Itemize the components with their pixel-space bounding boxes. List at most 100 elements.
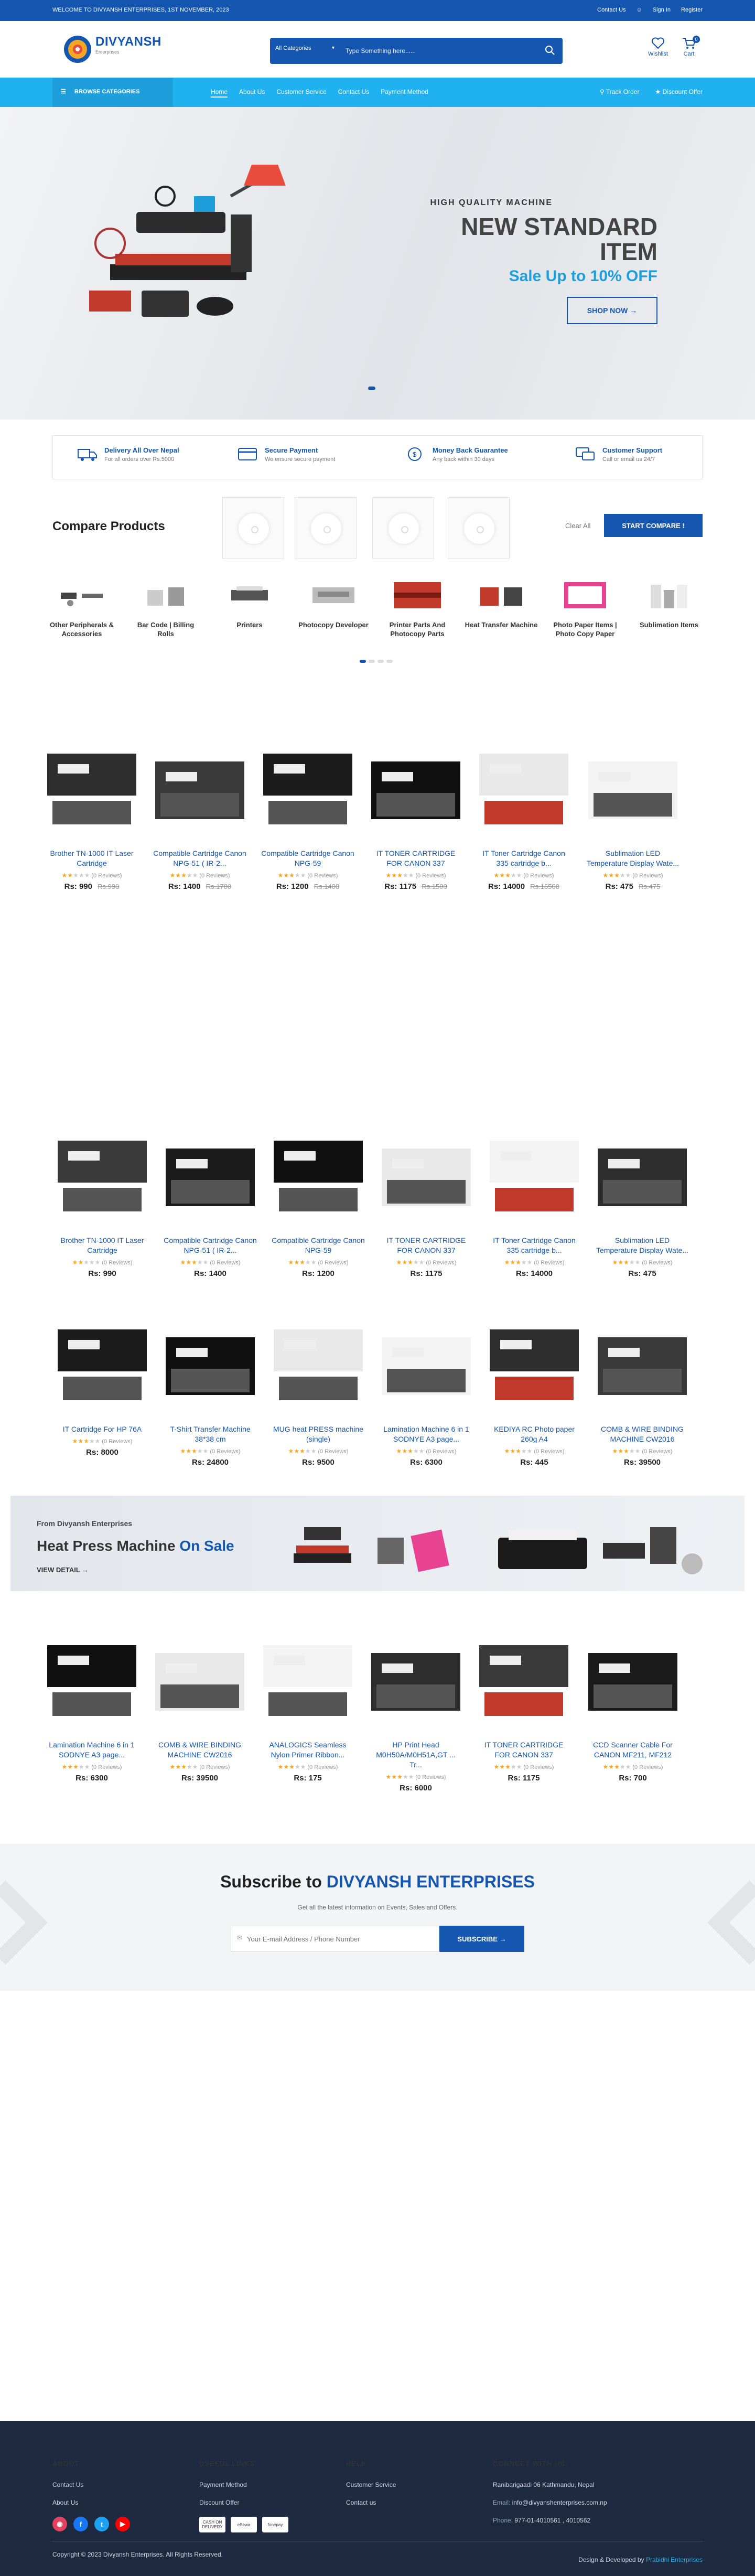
product-name[interactable]: Lamination Machine 6 in 1 SODNYE A3 page… (42, 1740, 142, 1760)
product-card[interactable]: IT TONER CARTRIDGE FOR CANON 337 ★★★★★ (0… (366, 740, 466, 891)
carousel-dot[interactable] (360, 660, 366, 663)
product-name[interactable]: IT TONER CARTRIDGE FOR CANON 337 (376, 1236, 476, 1255)
product-card[interactable]: Lamination Machine 6 in 1 SODNYE A3 page… (376, 1316, 476, 1467)
product-name[interactable]: CCD Scanner Cable For CANON MF211, MF212 (583, 1740, 683, 1760)
product-image[interactable] (376, 1316, 476, 1416)
compare-slot[interactable] (372, 497, 434, 559)
contact-link[interactable]: Contact Us (597, 7, 625, 13)
product-card[interactable]: Compatible Cartridge Canon NPG-59 ★★★★★(… (268, 1128, 368, 1278)
category-item[interactable]: Sublimation Items (632, 577, 706, 630)
product-card[interactable]: Compatible Cartridge Canon NPG-51 ( IR-2… (160, 1128, 260, 1278)
track-order-link[interactable]: ⚲ Track Order (600, 88, 639, 95)
footer-email[interactable]: Email: info@divyanshenterprises.com.np (493, 2499, 607, 2506)
product-name[interactable]: HP Print Head M0H50A/M0H51A,GT ... Tr... (366, 1740, 466, 1770)
footer-link[interactable]: Customer Service (346, 2481, 396, 2488)
product-image[interactable] (268, 1316, 368, 1416)
view-detail-link[interactable]: VIEW DETAIL → (37, 1566, 89, 1574)
product-name[interactable]: IT Toner Cartridge Canon 335 cartridge b… (474, 849, 574, 868)
nav-contact[interactable]: Contact Us (338, 88, 369, 98)
subscribe-button[interactable]: SUBSCRIBE → (439, 1926, 524, 1952)
product-image[interactable] (160, 1128, 260, 1227)
nav-customer-service[interactable]: Customer Service (276, 88, 326, 98)
footer-phone[interactable]: Phone: 977-01-4010561 , 4010562 (493, 2517, 607, 2524)
product-name[interactable]: KEDIYA RC Photo paper 260g A4 (484, 1424, 584, 1444)
product-name[interactable]: IT TONER CARTRIDGE FOR CANON 337 (366, 849, 466, 868)
product-image[interactable] (592, 1316, 692, 1416)
product-card[interactable]: IT TONER CARTRIDGE FOR CANON 337 ★★★★★ (0… (474, 1632, 574, 1783)
product-card[interactable]: Sublimation LED Temperature Display Wate… (583, 740, 683, 891)
product-name[interactable]: ANALOGICS Seamless Nylon Primer Ribbon..… (258, 1740, 358, 1760)
product-name[interactable]: Lamination Machine 6 in 1 SODNYE A3 page… (376, 1424, 476, 1444)
facebook-icon[interactable]: f (73, 2517, 88, 2531)
product-card[interactable]: IT Toner Cartridge Canon 335 cartridge b… (484, 1128, 584, 1278)
shop-now-button[interactable]: SHOP NOW → (567, 297, 657, 324)
product-name[interactable]: Compatible Cartridge Canon NPG-51 ( IR-2… (150, 849, 250, 868)
product-name[interactable]: Sublimation LED Temperature Display Wate… (583, 849, 683, 868)
product-card[interactable]: IT Cartridge For HP 76A ★★★★★ (0 Reviews)… (52, 1316, 152, 1457)
carousel-dot[interactable] (378, 660, 384, 663)
product-image[interactable] (150, 740, 250, 840)
compare-slot[interactable] (295, 497, 357, 559)
product-image[interactable] (366, 740, 466, 840)
product-name[interactable]: T-Shirt Transfer Machine 38*38 cm (160, 1424, 260, 1444)
product-image[interactable] (258, 740, 358, 840)
product-image[interactable] (268, 1128, 368, 1227)
youtube-icon[interactable]: ▶ (115, 2517, 130, 2531)
logo-text[interactable]: DIVYANSH Enterprises (95, 35, 161, 55)
product-image[interactable] (52, 1128, 152, 1227)
product-name[interactable]: Brother TN-1000 IT Laser Cartridge (42, 849, 142, 868)
product-image[interactable] (376, 1128, 476, 1227)
compare-slot[interactable] (222, 497, 284, 559)
compare-slot[interactable] (448, 497, 510, 559)
category-select[interactable]: All Categories (275, 45, 311, 51)
category-item[interactable]: Bar Code | Billing Rolls (129, 577, 202, 639)
product-card[interactable]: HP Print Head M0H50A/M0H51A,GT ... Tr...… (366, 1632, 466, 1793)
category-item[interactable]: Printer Parts And Photocopy Parts (381, 577, 454, 639)
product-image[interactable] (42, 1632, 142, 1732)
nav-about[interactable]: About Us (239, 88, 265, 98)
product-image[interactable] (484, 1316, 584, 1416)
browse-categories-button[interactable]: ☰ BROWSE CATEGORIES (52, 78, 173, 107)
footer-link[interactable]: About Us (52, 2499, 130, 2506)
twitter-icon[interactable]: t (94, 2517, 109, 2531)
product-image[interactable] (150, 1632, 250, 1732)
product-name[interactable]: IT Toner Cartridge Canon 335 cartridge b… (484, 1236, 584, 1255)
signin-link[interactable]: Sign In (653, 7, 671, 13)
product-image[interactable] (583, 740, 683, 840)
product-name[interactable]: Sublimation LED Temperature Display Wate… (592, 1236, 692, 1255)
product-card[interactable]: IT TONER CARTRIDGE FOR CANON 337 ★★★★★ (0… (376, 1128, 476, 1278)
nav-home[interactable]: Home (211, 88, 228, 98)
product-image[interactable] (583, 1632, 683, 1732)
footer-link[interactable]: Contact us (346, 2499, 396, 2506)
product-card[interactable]: Compatible Cartridge Canon NPG-51 ( IR-2… (150, 740, 250, 891)
register-link[interactable]: Register (681, 7, 703, 13)
product-name[interactable]: COMB & WIRE BINDING MACHINE CW2016 (592, 1424, 692, 1444)
product-card[interactable]: COMB & WIRE BINDING MACHINE CW2016 ★★★★★… (592, 1316, 692, 1467)
product-image[interactable] (160, 1316, 260, 1416)
clear-all-link[interactable]: Clear All (565, 522, 590, 530)
category-item[interactable]: Heat Transfer Machine (465, 577, 538, 630)
footer-link[interactable]: Payment Method (199, 2481, 288, 2488)
product-card[interactable]: COMB & WIRE BINDING MACHINE CW2016 ★★★★★… (150, 1632, 250, 1783)
product-name[interactable]: COMB & WIRE BINDING MACHINE CW2016 (150, 1740, 250, 1760)
category-item[interactable]: Printers (213, 577, 286, 630)
category-item[interactable]: Other Peripherals & Accessories (45, 577, 118, 639)
product-name[interactable]: Compatible Cartridge Canon NPG-51 ( IR-2… (160, 1236, 260, 1255)
product-card[interactable]: KEDIYA RC Photo paper 260g A4 ★★★★★ (0 Re… (484, 1316, 584, 1467)
slider-dot-active[interactable] (368, 387, 375, 390)
product-image[interactable] (474, 740, 574, 840)
search-icon[interactable] (545, 45, 555, 56)
subscribe-email-input[interactable] (231, 1926, 439, 1952)
product-card[interactable]: Lamination Machine 6 in 1 SODNYE A3 page… (42, 1632, 142, 1783)
nav-payment[interactable]: Payment Method (381, 88, 428, 98)
footer-link[interactable]: Contact Us (52, 2481, 130, 2488)
product-card[interactable]: ANALOGICS Seamless Nylon Primer Ribbon..… (258, 1632, 358, 1783)
product-name[interactable]: Compatible Cartridge Canon NPG-59 (268, 1236, 368, 1255)
product-name[interactable]: IT TONER CARTRIDGE FOR CANON 337 (474, 1740, 574, 1760)
product-card[interactable]: T-Shirt Transfer Machine 38*38 cm ★★★★★(… (160, 1316, 260, 1467)
product-image[interactable] (474, 1632, 574, 1732)
product-name[interactable]: IT Cartridge For HP 76A (52, 1424, 152, 1434)
product-card[interactable]: MUG heat PRESS machine (single) ★★★★★ (0 … (268, 1316, 368, 1467)
product-card[interactable]: IT Toner Cartridge Canon 335 cartridge b… (474, 740, 574, 891)
category-item[interactable]: Photo Paper Items | Photo Copy Paper (548, 577, 622, 639)
